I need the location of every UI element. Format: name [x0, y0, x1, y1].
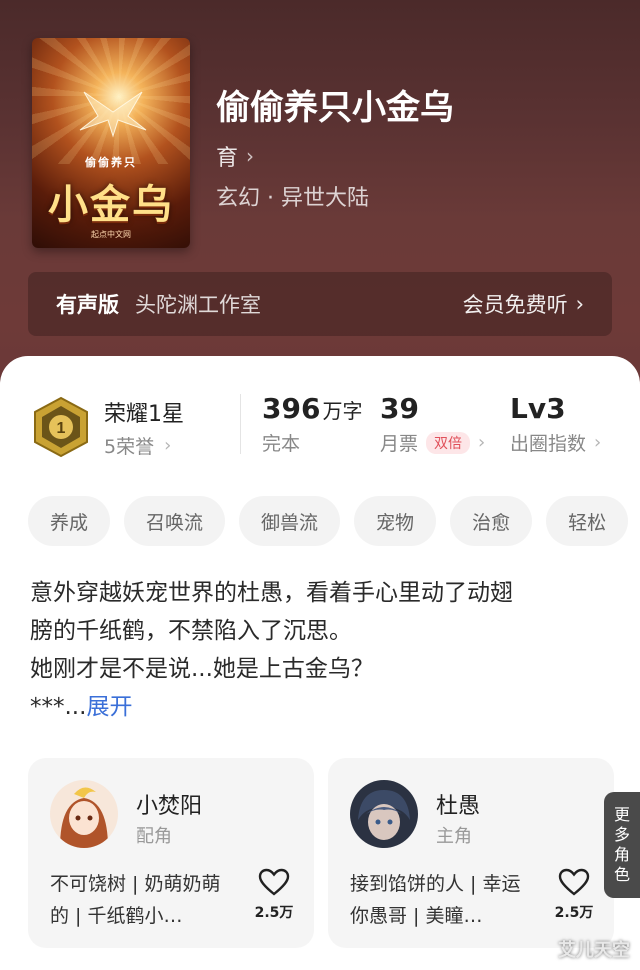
- chevron-right-icon: ›: [575, 292, 584, 316]
- audiobook-bar[interactable]: 有声版 头陀渊工作室 会员免费听 ›: [28, 272, 612, 336]
- book-description: 意外穿越妖宠世界的杜愚，看着手心里动了动翅 膀的千纸鹤，不禁陷入了沉思。 她刚才…: [30, 574, 610, 726]
- tag-chip[interactable]: 养成: [28, 496, 111, 546]
- word-unit: 万字: [322, 399, 363, 423]
- member-free-label: 会员免费听: [462, 293, 568, 317]
- tag-chip[interactable]: 宠物: [354, 496, 437, 546]
- monthly-ticket-stat[interactable]: 39 月票 双倍 ›: [380, 392, 485, 456]
- character-card[interactable]: 杜愚 主角 接到馅饼的人 | 幸运你愚哥 | 美瞳… 2.5万: [328, 758, 614, 948]
- audio-label: 有声版: [56, 293, 119, 317]
- honor-count[interactable]: 5荣誉 ›: [104, 432, 171, 459]
- stats-row: 1 荣耀1星 5荣誉 › 396 万字 完本 39 月票 双倍 › Lv3 出圈指…: [0, 380, 640, 476]
- book-title: 偷偷养只小金乌: [216, 88, 454, 128]
- svg-text:1: 1: [57, 420, 66, 437]
- book-header: 偷偷养只 小金乌 起点中文网 偷偷养只小金乌 育 › 玄幻 · 异世大陆 有声版…: [0, 0, 640, 400]
- tag-chip[interactable]: 召唤流: [124, 496, 226, 546]
- honor-sub-label: 5荣誉: [104, 436, 155, 458]
- like-button[interactable]: 2.5万: [552, 868, 596, 922]
- like-count: 2.5万: [554, 905, 594, 921]
- tag-chip[interactable]: 轻松: [546, 496, 629, 546]
- index-level: Lv3: [510, 392, 566, 425]
- more-characters-button[interactable]: 更多角色: [604, 792, 640, 898]
- author-link[interactable]: 育 ›: [216, 140, 254, 172]
- book-cover[interactable]: 偷偷养只 小金乌 起点中文网: [32, 38, 190, 248]
- like-count: 2.5万: [254, 905, 294, 921]
- popularity-index-stat[interactable]: Lv3 出圈指数 ›: [510, 392, 601, 456]
- chevron-right-icon: ›: [594, 432, 602, 453]
- cover-small-title: 偷偷养只: [85, 156, 137, 169]
- cover-publisher: 起点中文网: [91, 230, 131, 239]
- description-ellipsis: ***...: [30, 694, 87, 720]
- honor-title[interactable]: 荣耀1星: [104, 396, 184, 428]
- word-count: 396: [262, 392, 321, 425]
- like-button[interactable]: 2.5万: [252, 868, 296, 922]
- genre-label[interactable]: 玄幻 · 异世大陆: [216, 180, 369, 212]
- character-name: 杜愚: [436, 794, 481, 819]
- character-tagline: 不可饶树 | 奶萌奶萌的 | 千纸鹤小…: [50, 873, 221, 927]
- index-label: 出圈指数: [510, 433, 587, 455]
- tag-chip[interactable]: 治愈: [450, 496, 533, 546]
- honor-medal-icon[interactable]: 1: [30, 396, 92, 458]
- member-free-listen[interactable]: 会员免费听 ›: [463, 289, 584, 319]
- heart-icon: [558, 868, 590, 896]
- description-line: 膀的千纸鹤，不禁陷入了沉思。: [30, 618, 352, 644]
- ticket-count: 39: [380, 392, 419, 425]
- ticket-label: 月票: [380, 433, 419, 455]
- character-name: 小焚阳: [136, 794, 203, 819]
- tag-list: 养成 召唤流 御兽流 宠物 治愈 轻松: [28, 496, 640, 548]
- double-badge: 双倍: [426, 431, 471, 454]
- character-list: 小焚阳 配角 不可饶树 | 奶萌奶萌的 | 千纸鹤小… 2.5万 杜愚 主角 接…: [28, 758, 640, 948]
- chevron-right-icon: ›: [478, 432, 486, 453]
- cover-big-title: 小金乌: [48, 182, 174, 228]
- expand-link[interactable]: 展开: [86, 694, 132, 720]
- author-name: 育: [216, 146, 239, 171]
- character-tagline: 接到馅饼的人 | 幸运你愚哥 | 美瞳…: [350, 873, 521, 927]
- word-count-stat: 396 万字 完本: [262, 392, 362, 456]
- description-line: ***...展开: [30, 688, 610, 726]
- character-role: 配角: [136, 826, 172, 847]
- character-avatar: [50, 780, 118, 848]
- description-line: 她刚才是不是说...她是上古金乌？: [30, 656, 374, 682]
- audio-studio: 头陀渊工作室: [135, 293, 261, 317]
- character-card[interactable]: 小焚阳 配角 不可饶树 | 奶萌奶萌的 | 千纸鹤小… 2.5万: [28, 758, 314, 948]
- tag-chip[interactable]: 御兽流: [239, 496, 341, 546]
- completion-status: 完本: [262, 433, 301, 455]
- chevron-right-icon: ›: [164, 435, 172, 456]
- watermark: 艾儿天空: [558, 940, 630, 961]
- divider: [240, 394, 241, 454]
- chevron-right-icon: ›: [246, 144, 255, 168]
- cover-bird-art: [79, 91, 147, 138]
- heart-icon: [258, 868, 290, 896]
- description-line: 意外穿越妖宠世界的杜愚，看着手心里动了动翅: [30, 580, 513, 606]
- character-role: 主角: [436, 826, 472, 847]
- character-avatar: [350, 780, 418, 848]
